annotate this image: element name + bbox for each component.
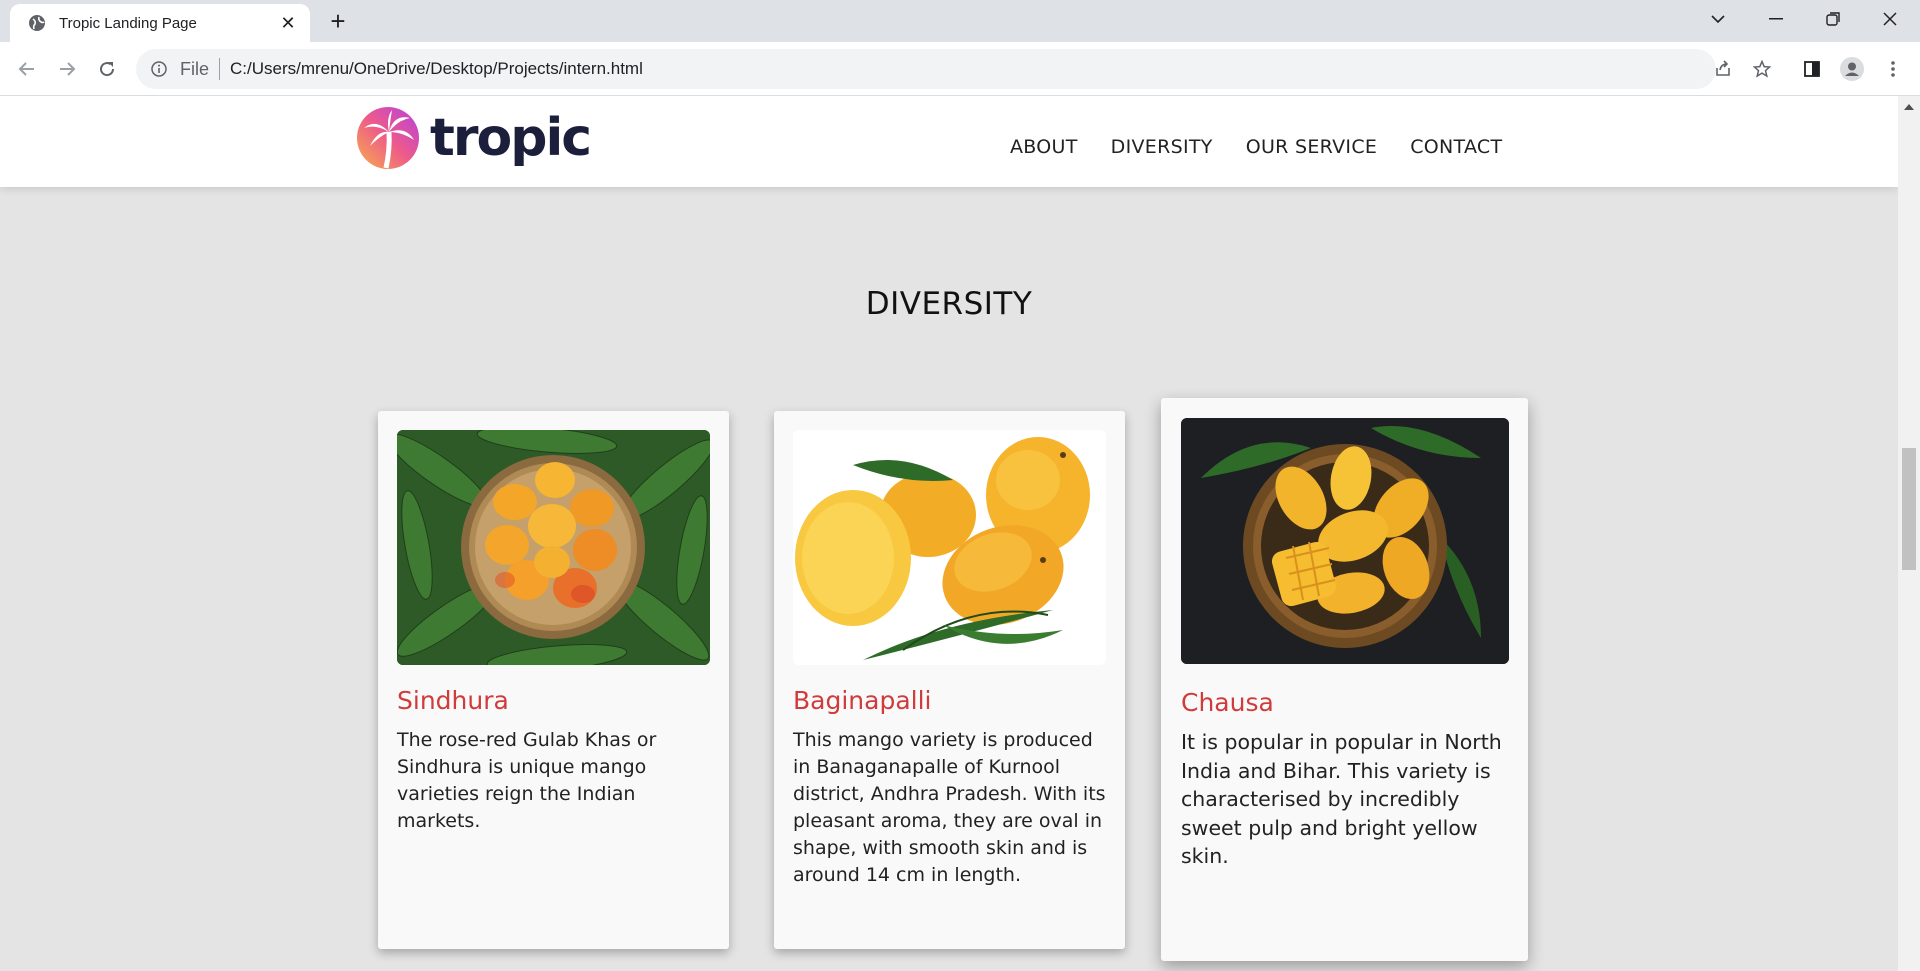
nav-about[interactable]: ABOUT <box>1010 136 1078 158</box>
card-description: It is popular in popular in North India … <box>1181 730 1502 868</box>
tropic-logo[interactable]: tropic <box>356 106 592 170</box>
logo-wordmark: tropic <box>430 108 592 168</box>
reload-button[interactable] <box>91 53 123 85</box>
share-icon[interactable] <box>1707 53 1739 85</box>
address-scheme-label: File <box>180 58 210 79</box>
back-button[interactable] <box>11 53 43 85</box>
card-description: This mango variety is produced in Banaga… <box>793 729 1106 886</box>
section-title: DIVERSITY <box>865 286 1033 322</box>
nav-contact[interactable]: CONTACT <box>1410 136 1502 158</box>
address-bar[interactable]: File C:/Users/mrenu/OneDrive/Desktop/Pro… <box>136 49 1716 89</box>
page-viewport: tropic ABOUT DIVERSITY OUR SERVICE CONTA… <box>0 96 1898 971</box>
bookmark-star-icon[interactable] <box>1746 53 1778 85</box>
nav-diversity[interactable]: DIVERSITY <box>1111 136 1213 158</box>
close-window-button[interactable] <box>1862 0 1918 38</box>
forward-button[interactable] <box>51 53 83 85</box>
mango-fruit-image <box>793 430 1106 665</box>
tab-search-icon[interactable] <box>1690 0 1746 38</box>
minimize-button[interactable] <box>1748 0 1804 38</box>
side-panel-icon[interactable] <box>1796 53 1828 85</box>
scrollbar-thumb[interactable] <box>1902 448 1916 570</box>
globe-icon <box>28 14 46 32</box>
variety-card-sindhura[interactable]: Sindhura The rose-red Gulab Khas or Sind… <box>378 411 729 949</box>
card-title: Sindhura <box>397 686 509 715</box>
card-title: Baginapalli <box>793 686 932 715</box>
scroll-up-arrow-icon[interactable] <box>1904 104 1914 110</box>
variety-card-chausa[interactable]: Chausa It is popular in popular in North… <box>1161 398 1528 961</box>
profile-avatar-icon[interactable] <box>1836 53 1868 85</box>
nav-our-service[interactable]: OUR SERVICE <box>1246 136 1378 158</box>
mango-basket-dark-image <box>1181 418 1509 664</box>
palm-logo-icon <box>357 107 419 169</box>
site-header: tropic ABOUT DIVERSITY OUR SERVICE CONTA… <box>0 96 1898 187</box>
info-icon[interactable] <box>150 60 168 78</box>
browser-tab-bar: Tropic Landing Page ✕ + <box>0 0 1920 42</box>
mango-basket-image <box>397 430 710 665</box>
browser-tab[interactable]: Tropic Landing Page ✕ <box>10 4 310 42</box>
close-tab-icon[interactable]: ✕ <box>278 13 298 34</box>
browser-toolbar: File C:/Users/mrenu/OneDrive/Desktop/Pro… <box>0 42 1920 96</box>
address-url[interactable]: C:/Users/mrenu/OneDrive/Desktop/Projects… <box>230 59 643 79</box>
card-title: Chausa <box>1181 688 1274 717</box>
variety-card-baginapalli[interactable]: Baginapalli This mango variety is produc… <box>774 411 1125 949</box>
page-scrollbar[interactable] <box>1898 96 1920 971</box>
more-menu-icon[interactable] <box>1877 53 1909 85</box>
new-tab-button[interactable]: + <box>324 8 352 36</box>
tab-title: Tropic Landing Page <box>59 14 197 32</box>
main-nav: ABOUT DIVERSITY OUR SERVICE CONTACT <box>1010 136 1535 158</box>
card-description: The rose-red Gulab Khas or Sindhura is u… <box>397 729 657 832</box>
restore-button[interactable] <box>1805 0 1861 38</box>
address-separator <box>219 58 221 80</box>
